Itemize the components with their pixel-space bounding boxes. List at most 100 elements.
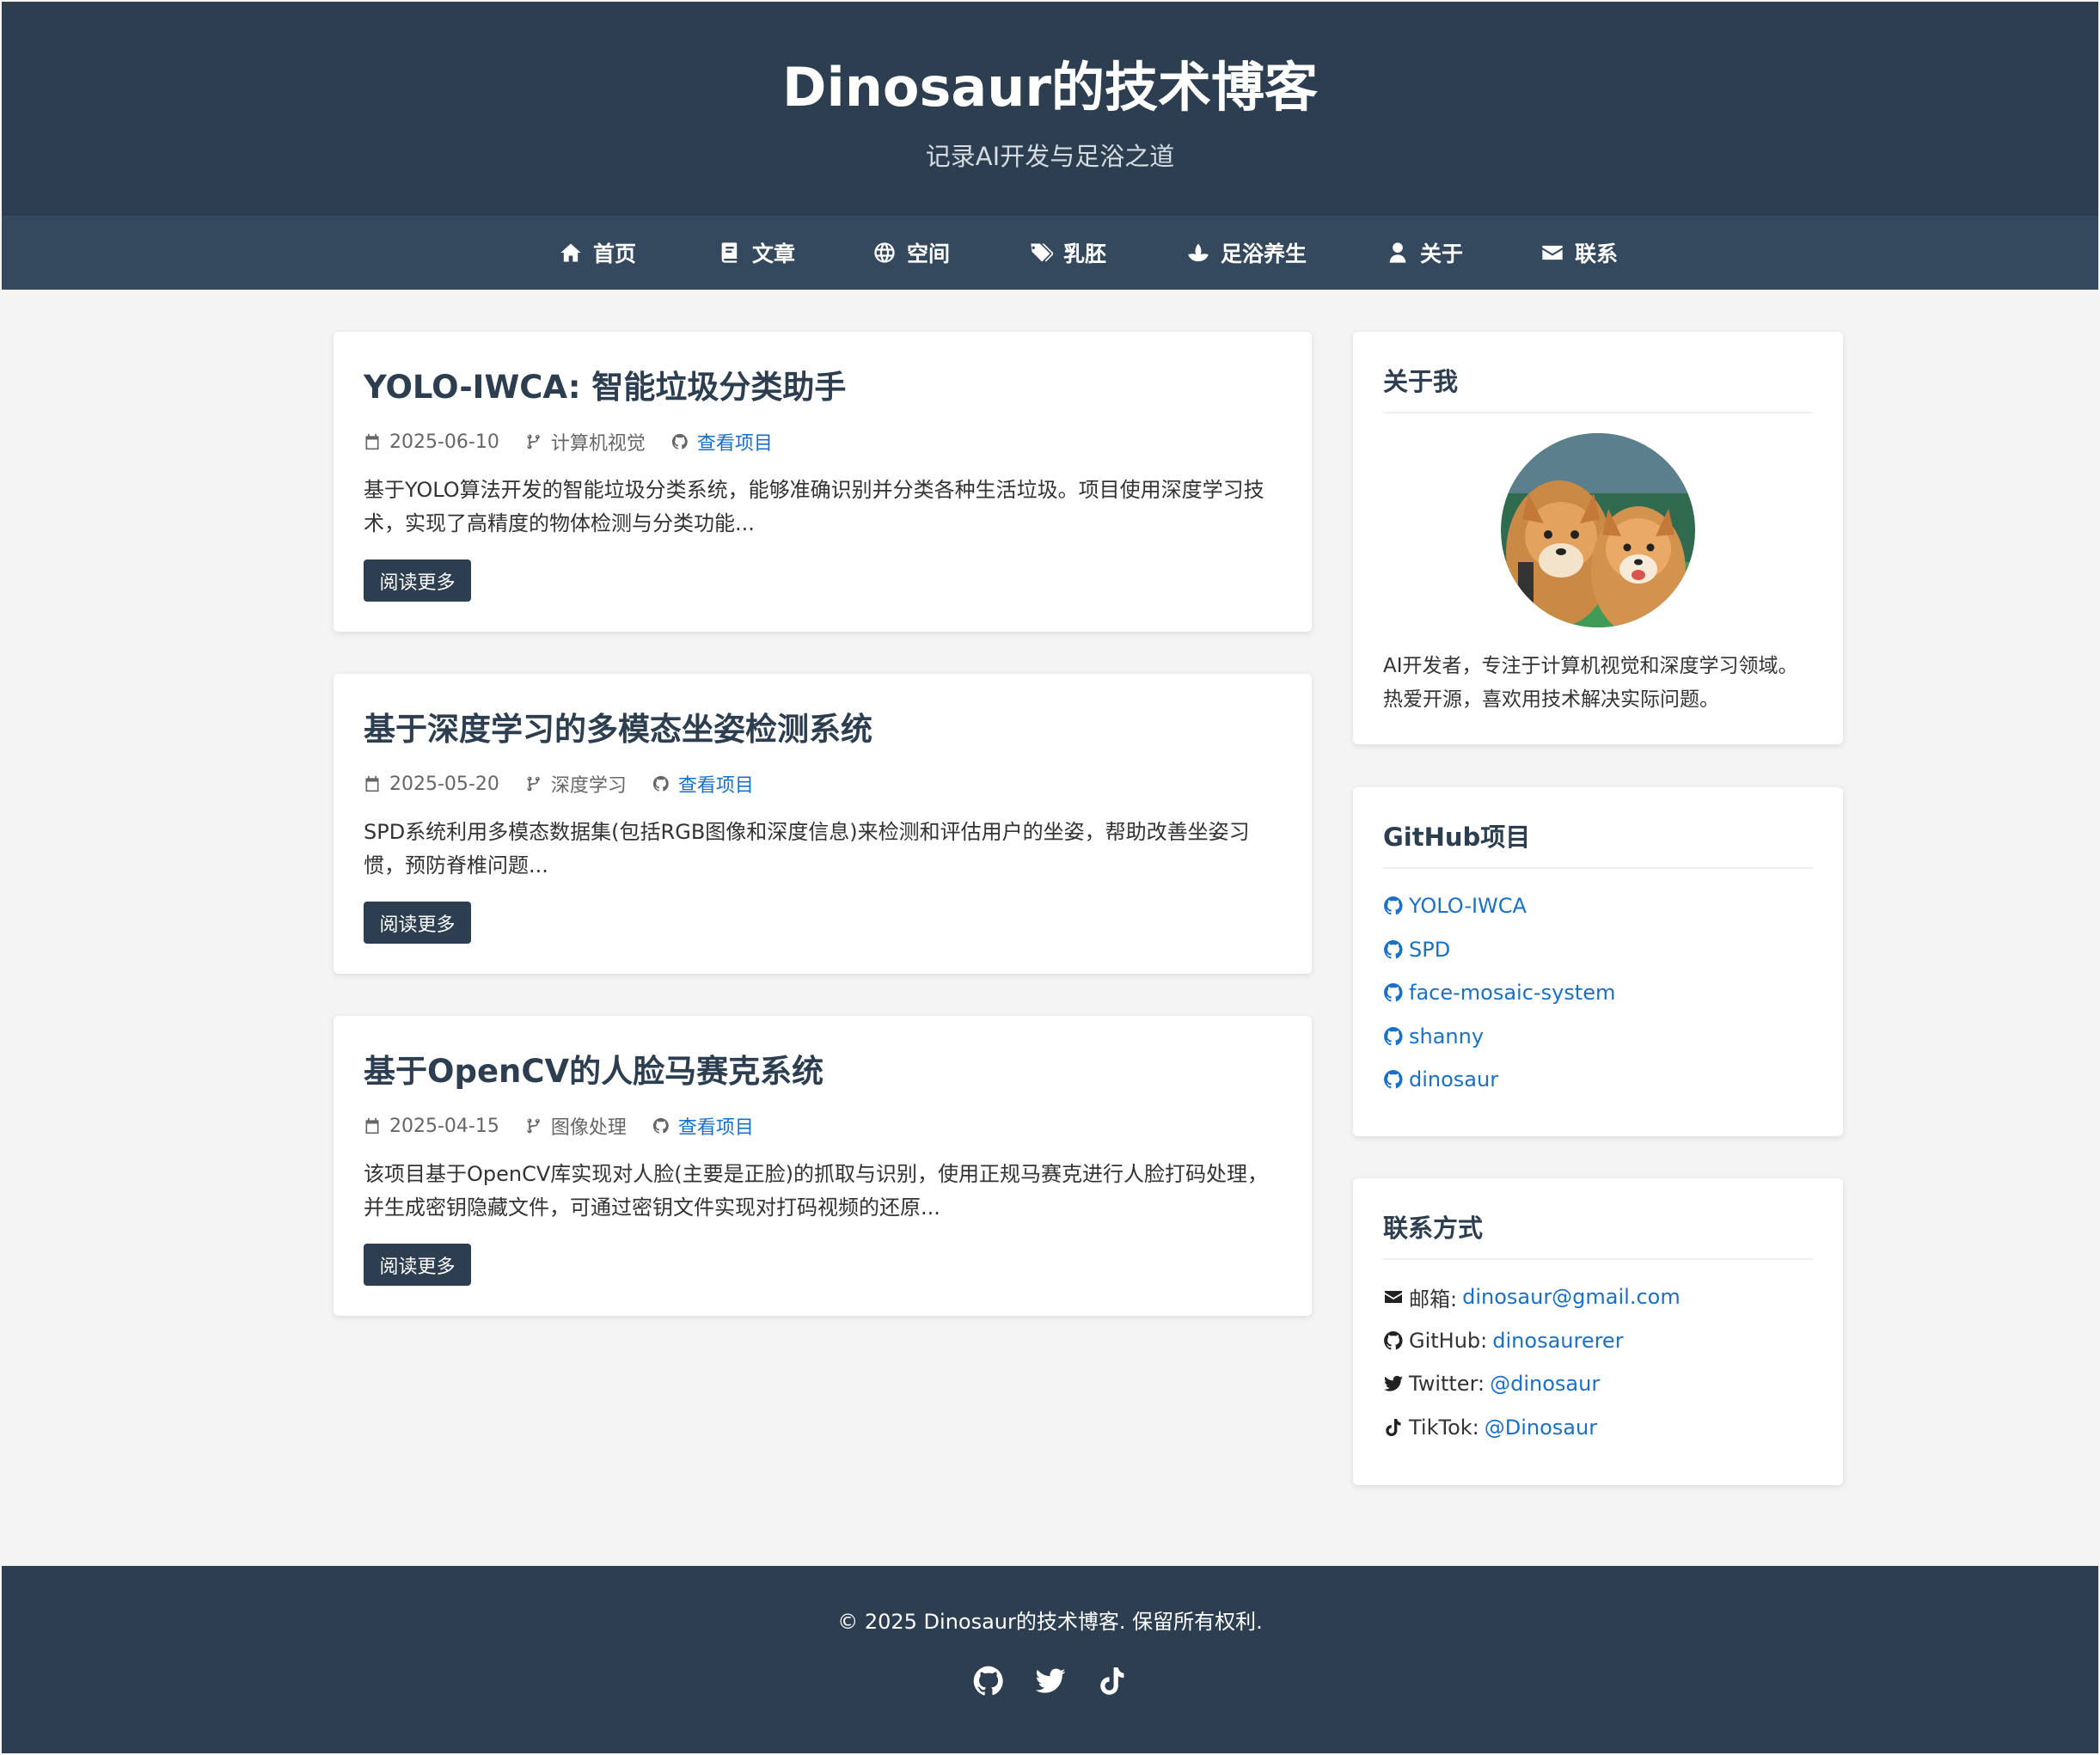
post-excerpt: 基于YOLO算法开发的智能垃圾分类系统，能够准确识别并分类各种生活垃圾。项目使用… — [364, 478, 1264, 535]
tiktok-icon — [1096, 1665, 1129, 1697]
post-excerpt: 该项目基于OpenCV库实现对人脸(主要是正脸)的抓取与识别，使用正规马赛克进行… — [364, 1162, 1269, 1220]
post-date: 2025-04-15 — [364, 1116, 499, 1137]
site-footer: © 2025 Dinosaur的技术博客. 保留所有权利. — [2, 1566, 2098, 1753]
footer-twitter-link[interactable] — [1034, 1665, 1067, 1697]
footer-copyright: © 2025 Dinosaur的技术博客. 保留所有权利. — [837, 1610, 1263, 1634]
post-card: 基于深度学习的多模态坐姿检测系统 2025-05-20 深度学习 查看项目 SP… — [334, 674, 1312, 974]
contact-label: TikTok: — [1409, 1416, 1479, 1440]
contact-tiktok-link[interactable]: @Dinosaur — [1485, 1416, 1597, 1440]
github-project-link[interactable]: YOLO-IWCA — [1383, 891, 1527, 920]
about-card: 关于我 AI开发者，专注于计算机视觉和深度学习领域。热爱开源，喜欢用技术解决实际… — [1353, 332, 1843, 744]
github-project-name: face-mosaic-system — [1409, 981, 1616, 1005]
tags-icon — [1029, 241, 1053, 265]
post-title[interactable]: YOLO-IWCA: 智能垃圾分类助手 — [364, 366, 846, 409]
contact-email-link[interactable]: dinosaur@gmail.com — [1462, 1285, 1681, 1309]
read-more-button[interactable]: 阅读更多 — [364, 1244, 471, 1286]
post-title[interactable]: 基于深度学习的多模态坐姿检测系统 — [364, 708, 872, 751]
github-project-link[interactable]: face-mosaic-system — [1383, 978, 1615, 1007]
github-projects-title: GitHub项目 — [1383, 822, 1531, 852]
contact-label: Twitter: — [1409, 1372, 1485, 1396]
view-project-label: 查看项目 — [696, 433, 773, 455]
nav-item-foot-spa[interactable]: 足浴养生 — [1186, 216, 1307, 290]
site-header: Dinosaur的技术博客 记录AI开发与足浴之道 — [2, 2, 2098, 216]
read-more-button[interactable]: 阅读更多 — [364, 560, 471, 602]
post-date-text: 2025-06-10 — [389, 431, 499, 453]
post-date: 2025-06-10 — [364, 431, 499, 453]
branch-icon — [525, 433, 542, 450]
nav-item-space[interactable]: 空间 — [872, 216, 950, 290]
read-more-button[interactable]: 阅读更多 — [364, 902, 471, 944]
github-icon — [1383, 982, 1404, 1003]
contact-twitter-link[interactable]: @dinosaur — [1490, 1372, 1600, 1396]
view-project-link[interactable]: 查看项目 — [652, 1112, 754, 1140]
view-project-link[interactable]: 查看项目 — [652, 770, 754, 798]
contact-label: 邮箱: — [1409, 1287, 1458, 1312]
globe-icon — [872, 241, 897, 265]
github-icon — [1383, 896, 1404, 916]
post-category: 计算机视觉 — [525, 428, 646, 456]
divider — [1383, 1258, 1813, 1260]
footer-social-icons — [2, 1665, 2098, 1697]
divider — [1383, 412, 1813, 413]
contact-card: 联系方式 邮箱: dinosaur@gmail.com GitHub: dino… — [1353, 1178, 1843, 1485]
post-excerpt: SPD系统利用多模态数据集(包括RGB图像和深度信息)来检测和评估用户的坐姿，帮… — [364, 820, 1250, 878]
post-category-text: 计算机视觉 — [550, 433, 646, 455]
github-icon — [652, 775, 670, 792]
nav-item-label: 首页 — [593, 242, 637, 266]
contact-tiktok: TikTok: @Dinosaur — [1383, 1413, 1597, 1442]
post-category: 图像处理 — [525, 1112, 627, 1140]
post-card: YOLO-IWCA: 智能垃圾分类助手 2025-06-10 计算机视觉 查看项… — [334, 332, 1312, 632]
footer-github-link[interactable] — [972, 1665, 1005, 1697]
twitter-icon — [1034, 1665, 1067, 1697]
github-icon — [1383, 1330, 1404, 1351]
github-project-link[interactable]: SPD — [1383, 935, 1450, 964]
post-date-text: 2025-04-15 — [389, 1115, 499, 1137]
nav-item-label: 足浴养生 — [1221, 242, 1307, 266]
nav-item-contact[interactable]: 联系 — [1540, 216, 1618, 290]
github-projects-card: GitHub项目 YOLO-IWCA SPD face-mosaic-syste… — [1353, 787, 1843, 1136]
github-project-link[interactable]: dinosaur — [1383, 1065, 1498, 1094]
nav-item-home[interactable]: 首页 — [559, 216, 636, 290]
nav-item-label: 关于 — [1420, 242, 1464, 266]
calendar-icon — [364, 1117, 381, 1134]
envelope-icon — [1383, 1287, 1404, 1307]
contact-twitter: Twitter: @dinosaur — [1383, 1369, 1600, 1398]
github-project-name: SPD — [1409, 938, 1451, 962]
home-icon — [559, 241, 583, 265]
contact-title: 联系方式 — [1383, 1214, 1484, 1243]
contact-github: GitHub: dinosaurerer — [1383, 1326, 1624, 1355]
github-icon — [652, 1117, 670, 1134]
contact-email: 邮箱: dinosaur@gmail.com — [1383, 1282, 1681, 1312]
post-date: 2025-05-20 — [364, 774, 499, 795]
post-category-text: 图像处理 — [550, 1117, 627, 1139]
nav-item-label: 乳胚 — [1063, 242, 1107, 266]
avatar — [1501, 433, 1695, 627]
nav-item-articles[interactable]: 文章 — [718, 216, 795, 290]
github-project-link[interactable]: shanny — [1383, 1022, 1484, 1051]
footer-tiktok-link[interactable] — [1096, 1665, 1129, 1697]
divider — [1383, 867, 1813, 869]
tiktok-icon — [1383, 1417, 1404, 1438]
github-icon — [972, 1665, 1005, 1697]
github-icon — [671, 433, 689, 450]
site-title[interactable]: Dinosaur的技术博客 — [2, 53, 2098, 122]
github-icon — [1383, 939, 1404, 960]
calendar-icon — [364, 433, 381, 450]
post-card: 基于OpenCV的人脸马赛克系统 2025-04-15 图像处理 查看项目 该项… — [334, 1016, 1312, 1316]
nav-item-label: 联系 — [1575, 242, 1619, 266]
github-icon — [1383, 1069, 1404, 1090]
about-text: AI开发者，专注于计算机视觉和深度学习领域。热爱开源，喜欢用技术解决实际问题。 — [1383, 655, 1798, 711]
github-project-name: YOLO-IWCA — [1409, 894, 1527, 918]
contact-label: GitHub: — [1409, 1329, 1488, 1353]
github-project-name: dinosaur — [1409, 1067, 1499, 1092]
avatar-image — [1501, 433, 1695, 627]
github-project-name: shanny — [1409, 1024, 1485, 1049]
nav-item-label: 空间 — [907, 242, 951, 266]
nav-item-tags[interactable]: 乳胚 — [1029, 216, 1106, 290]
contact-github-link[interactable]: dinosaurerer — [1492, 1329, 1623, 1353]
post-date-text: 2025-05-20 — [389, 773, 499, 795]
post-title[interactable]: 基于OpenCV的人脸马赛克系统 — [364, 1050, 823, 1093]
twitter-icon — [1383, 1373, 1404, 1394]
nav-item-about[interactable]: 关于 — [1386, 216, 1463, 290]
view-project-link[interactable]: 查看项目 — [671, 428, 773, 456]
